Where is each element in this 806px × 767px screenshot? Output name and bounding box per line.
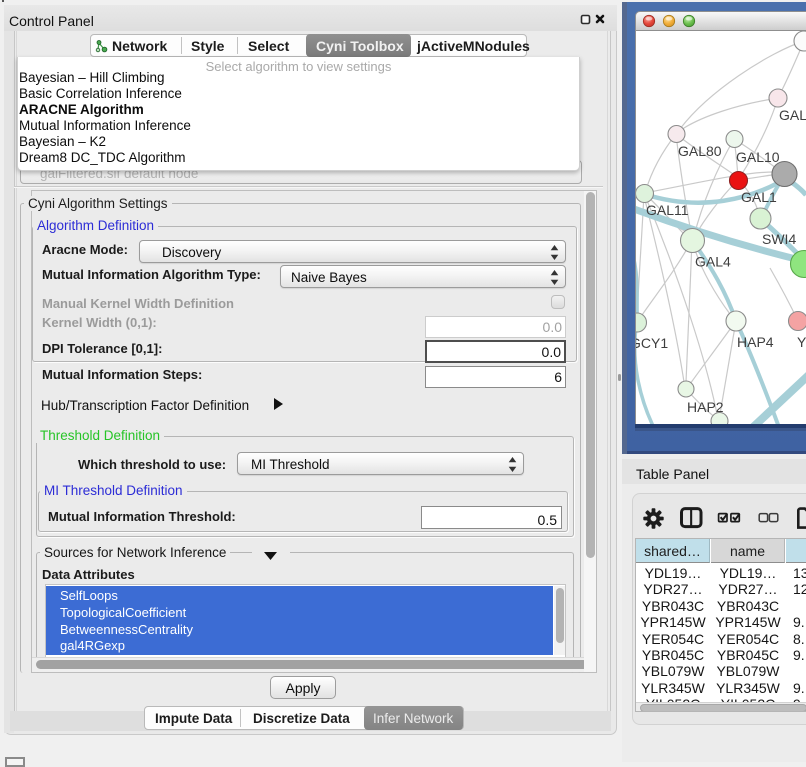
svg-text:SWI4: SWI4 (762, 231, 796, 247)
svg-text:GCY1: GCY1 (635, 335, 668, 351)
svg-text:HAP4: HAP4 (737, 334, 774, 350)
svg-text:GAL4: GAL4 (695, 254, 731, 270)
svg-text:HAP2: HAP2 (687, 399, 724, 415)
svg-text:GAL10: GAL10 (736, 149, 780, 165)
svg-text:GAL11: GAL11 (646, 202, 689, 218)
svg-text:GAL1: GAL1 (741, 189, 777, 205)
svg-text:Y: Y (797, 334, 806, 350)
svg-text:GAL80: GAL80 (678, 143, 722, 159)
svg-text:GAL: GAL (779, 107, 806, 123)
